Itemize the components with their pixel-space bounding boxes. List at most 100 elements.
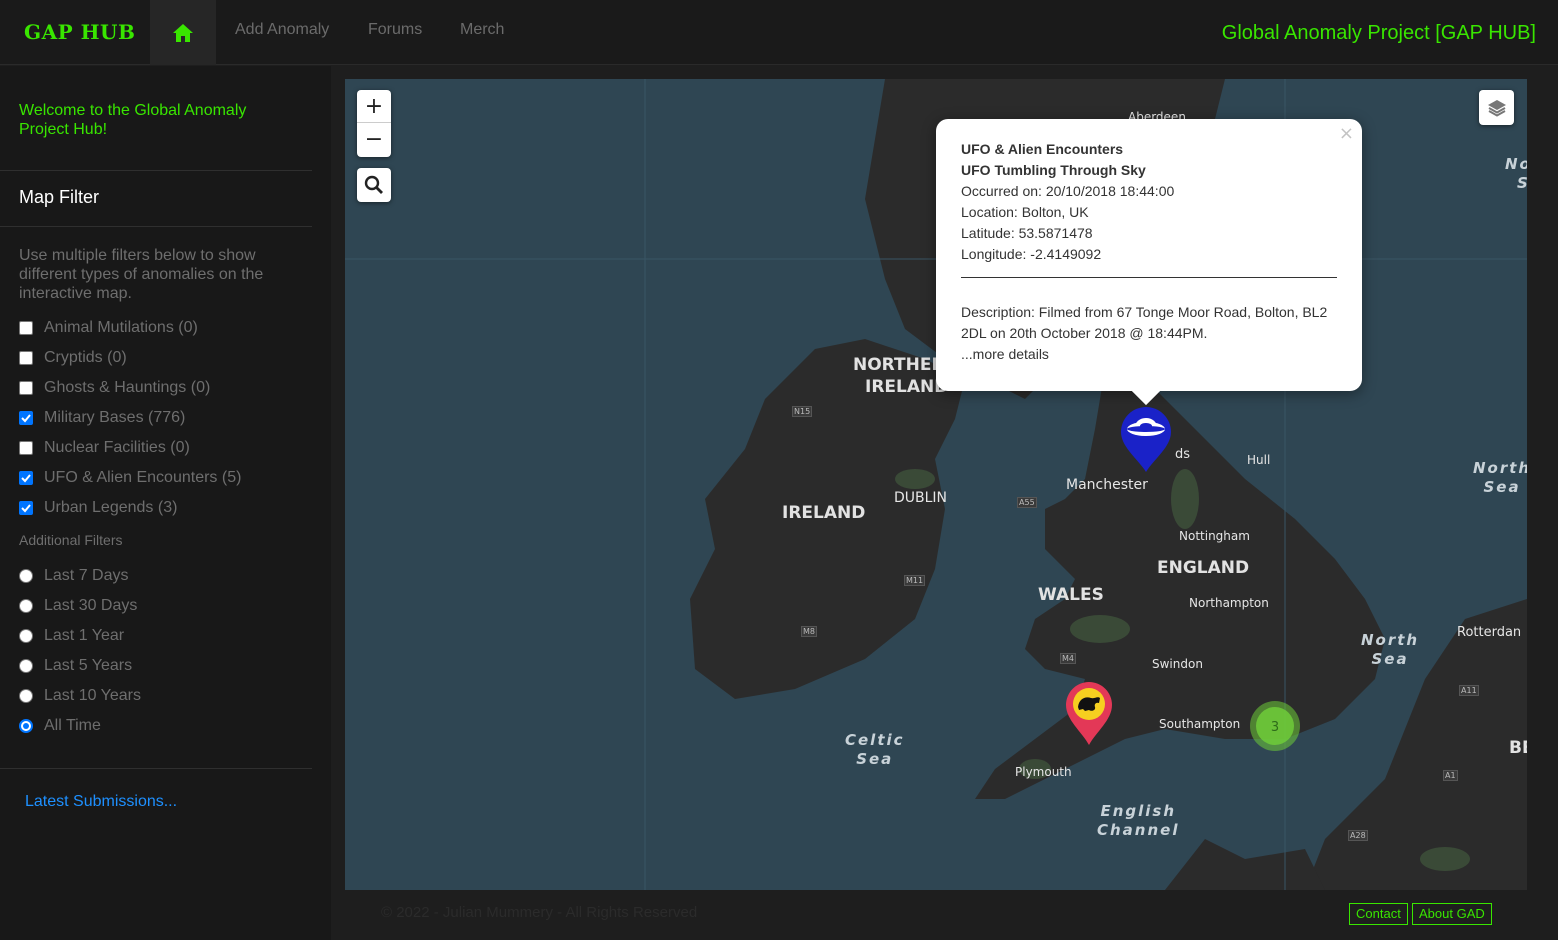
checkbox-checked[interactable] [19, 411, 33, 425]
checkbox-checked[interactable] [19, 501, 33, 515]
time-filter-10-years[interactable]: Last 10 Years [19, 686, 141, 706]
sea-label-line: Sea [1483, 478, 1521, 496]
popup-category: UFO & Alien Encounters [961, 141, 1124, 157]
radio-label: Last 1 Year [44, 627, 125, 644]
filter-description: Use multiple filters below to show diffe… [19, 247, 264, 302]
filter-ghosts[interactable]: Ghosts & Hauntings (0) [19, 378, 210, 398]
filter-ufo[interactable]: UFO & Alien Encounters (5) [19, 468, 241, 488]
urban-legend-marker-icon[interactable] [1065, 682, 1113, 746]
checkbox[interactable] [19, 381, 33, 395]
radio[interactable] [19, 659, 33, 673]
popup-description: Description: Filmed from 67 Tonge Moor R… [961, 304, 1328, 341]
road-label: A1 [1443, 770, 1458, 781]
road-label: M4 [1060, 653, 1076, 664]
radio[interactable] [19, 599, 33, 613]
map-label-southampton: Southampton [1159, 717, 1241, 731]
road-label: A11 [1459, 685, 1479, 696]
checkbox[interactable] [19, 441, 33, 455]
interactive-map[interactable]: Aberdeen NORTHER IRELAND IRELAND DUBLIN … [345, 79, 1527, 890]
filter-label: Nuclear Facilities (0) [44, 439, 190, 456]
map-label-wales: WALES [1038, 585, 1104, 605]
map-label-hull: Hull [1247, 453, 1271, 467]
footer-copyright: © 2022 - Julian Mummery - All Rights Res… [381, 904, 698, 921]
checkbox-checked[interactable] [19, 471, 33, 485]
map-label-rotterdam: Rotterdan [1457, 625, 1522, 640]
filter-title: Map Filter [19, 187, 100, 207]
sea-label-line: North [1361, 631, 1420, 649]
divider [0, 170, 312, 171]
site-title: Global Anomaly Project [GAP HUB] [1221, 22, 1536, 44]
map-label-belgium: BE [1509, 738, 1527, 758]
map-label-northern-ireland: NORTHER [853, 355, 945, 375]
time-filter-5-years[interactable]: Last 5 Years [19, 656, 132, 676]
radio-label: All Time [44, 717, 101, 734]
road-label: A55 [1017, 497, 1037, 508]
top-navbar: GAP HUB Add Anomaly Forums Merch Global … [0, 0, 1558, 65]
map-label-north-sea-mid: North Sea [1473, 459, 1527, 497]
filter-label: Ghosts & Hauntings (0) [44, 379, 211, 396]
sea-label-line: North [1473, 459, 1527, 477]
marker-cluster[interactable]: 3 [1249, 700, 1301, 752]
radio-selected[interactable] [19, 719, 33, 733]
radio-label: Last 7 Days [44, 567, 129, 584]
checkbox[interactable] [19, 321, 33, 335]
map-label-north-sea-low: North Sea [1361, 631, 1419, 669]
nav-add-anomaly[interactable]: Add Anomaly [235, 21, 329, 39]
search-icon [364, 175, 383, 194]
sea-label-line: English [1100, 802, 1177, 820]
brand-logo[interactable]: GAP HUB [24, 20, 135, 44]
zoom-control: + − [357, 90, 391, 157]
latest-submissions-link[interactable]: Latest Submissions... [25, 793, 177, 811]
map-label-swindon: Swindon [1152, 657, 1203, 671]
zoom-in-button[interactable]: + [357, 90, 391, 123]
time-filter-all-time[interactable]: All Time [19, 716, 101, 736]
map-label-english-channel: English Channel [1097, 802, 1179, 840]
layers-icon [1487, 99, 1506, 117]
popup-latitude: Latitude: 53.5871478 [961, 225, 1093, 241]
radio[interactable] [19, 689, 33, 703]
map-label-nottingham: Nottingham [1179, 529, 1250, 543]
map-label-ireland: IRELAND [782, 503, 866, 523]
map-label-leeds: ds [1175, 447, 1191, 462]
contact-button[interactable]: Contact [1349, 903, 1408, 925]
popup-close-button[interactable]: × [1339, 123, 1354, 144]
sea-label-line: S [1505, 174, 1527, 193]
sidebar: Welcome to the Global Anomaly Project Hu… [0, 66, 331, 940]
sea-label-line: No [1505, 155, 1527, 173]
radio[interactable] [19, 629, 33, 643]
filter-urban-legends[interactable]: Urban Legends (3) [19, 498, 177, 518]
map-search-button[interactable] [357, 168, 391, 202]
filter-label: Urban Legends (3) [44, 499, 178, 516]
nav-forums[interactable]: Forums [368, 21, 422, 39]
popup-divider [961, 277, 1337, 278]
marker-popup: × UFO & Alien Encounters UFO Tumbling Th… [936, 119, 1362, 406]
filter-cryptids[interactable]: Cryptids (0) [19, 348, 127, 368]
popup-location: Location: Bolton, UK [961, 204, 1089, 220]
nav-home-button[interactable] [150, 0, 216, 65]
map-label-manchester: Manchester [1066, 477, 1148, 493]
filter-label: UFO & Alien Encounters (5) [44, 469, 242, 486]
nav-merch[interactable]: Merch [460, 21, 504, 39]
time-filter-30-days[interactable]: Last 30 Days [19, 596, 137, 616]
filter-animal-mutilations[interactable]: Animal Mutilations (0) [19, 318, 198, 338]
radio-label: Last 10 Years [44, 687, 141, 704]
time-filter-7-days[interactable]: Last 7 Days [19, 566, 128, 586]
road-label: M8 [801, 626, 817, 637]
map-label-dublin: DUBLIN [894, 490, 948, 506]
popup-more-details-link[interactable]: ...more details [961, 344, 1337, 365]
filter-nuclear[interactable]: Nuclear Facilities (0) [19, 438, 190, 458]
map-label-northampton: Northampton [1189, 596, 1269, 610]
filter-military-bases[interactable]: Military Bases (776) [19, 408, 185, 428]
divider [0, 768, 312, 769]
ufo-marker-icon[interactable] [1120, 407, 1172, 473]
cluster-count: 3 [1271, 720, 1279, 735]
zoom-out-button[interactable]: − [357, 123, 391, 156]
about-button[interactable]: About GAD [1412, 903, 1492, 925]
additional-filters-title: Additional Filters [19, 532, 123, 548]
radio[interactable] [19, 569, 33, 583]
time-filter-1-year[interactable]: Last 1 Year [19, 626, 124, 646]
filter-label: Cryptids (0) [44, 349, 127, 366]
welcome-text: Welcome to the Global Anomaly Project Hu… [19, 102, 247, 138]
checkbox[interactable] [19, 351, 33, 365]
layers-button[interactable] [1479, 90, 1514, 125]
